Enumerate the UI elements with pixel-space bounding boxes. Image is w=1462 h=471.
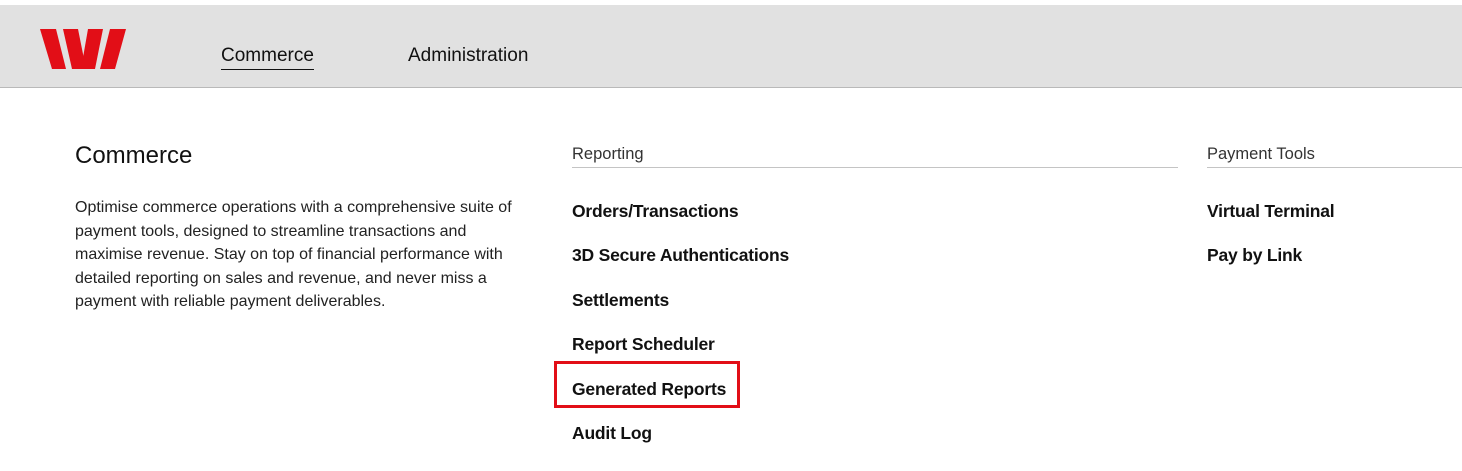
menu-link-audit-log[interactable]: Audit Log [572, 422, 652, 444]
highlight-box [554, 361, 740, 408]
page: Commerce Administration Commerce Optimis… [0, 0, 1462, 471]
section-title: Commerce [75, 142, 193, 169]
menu-link-3d-secure-authentications[interactable]: 3D Secure Authentications [572, 244, 789, 266]
tab-administration[interactable]: Administration [408, 44, 528, 68]
menu-link-virtual-terminal[interactable]: Virtual Terminal [1207, 200, 1335, 222]
tab-commerce[interactable]: Commerce [221, 44, 314, 70]
section-description: Optimise commerce operations with a comp… [75, 199, 512, 310]
payment-tools-heading: Payment Tools [1207, 144, 1462, 168]
reporting-heading: Reporting [572, 144, 1178, 168]
menu-link-settlements[interactable]: Settlements [572, 289, 669, 311]
westpac-w-logo-icon[interactable] [40, 29, 126, 69]
top-nav-bar: Commerce Administration [0, 5, 1462, 88]
menu-link-report-scheduler[interactable]: Report Scheduler [572, 333, 715, 355]
menu-link-orders-transactions[interactable]: Orders/Transactions [572, 200, 739, 222]
menu-link-pay-by-link[interactable]: Pay by Link [1207, 244, 1302, 266]
